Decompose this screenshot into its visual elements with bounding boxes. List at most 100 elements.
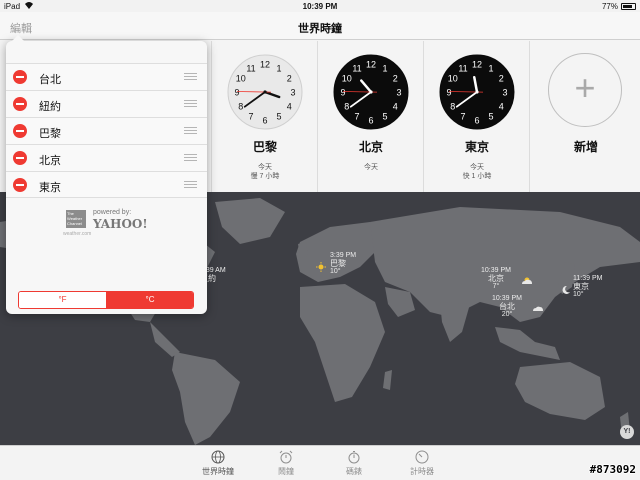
clock-city: 東京	[464, 140, 489, 154]
status-bar: iPad 10:39 PM 77%	[0, 0, 640, 12]
clock-face-beijing: 1234567891011 12	[333, 54, 409, 130]
city-row[interactable]: 紐約	[6, 90, 207, 117]
add-clock-label: 新增	[573, 140, 598, 154]
city-name: 東京	[39, 182, 61, 194]
globe-icon	[211, 450, 225, 464]
alarm-icon	[279, 450, 293, 464]
fahrenheit-segment[interactable]: °F	[19, 292, 106, 308]
clock-numeral: 12	[366, 60, 376, 70]
tab-stopwatch[interactable]: 碼錶	[329, 450, 379, 477]
reorder-grip-icon[interactable]	[184, 181, 197, 188]
timer-icon	[415, 450, 429, 464]
clock-numeral: 11	[246, 63, 255, 73]
tab-world-clock[interactable]: 世界時鐘	[193, 450, 243, 477]
clock-numeral: 12	[260, 60, 270, 70]
map-pin-tokyo: 11:39 PM 東京 10°	[562, 275, 602, 299]
delete-icon[interactable]	[13, 70, 27, 84]
clock-numeral: 5	[382, 112, 387, 122]
clock-numeral: 6	[368, 116, 373, 126]
delete-icon[interactable]	[13, 97, 27, 111]
clock-numeral: 2	[393, 74, 398, 84]
popover-arrow	[12, 35, 24, 41]
clock-numeral: 3	[396, 88, 401, 98]
reorder-grip-icon[interactable]	[184, 73, 197, 80]
tab-label: 鬧鐘	[278, 467, 294, 476]
tab-label: 碼錶	[346, 467, 362, 476]
clock-numeral: 8	[238, 102, 243, 112]
clock-numeral: 11	[352, 63, 361, 73]
page-title: 世界時鐘	[298, 23, 342, 35]
battery-percent: 77%	[601, 2, 618, 11]
city-row[interactable]: 台北	[6, 63, 207, 90]
add-clock-button[interactable]: +	[548, 53, 622, 127]
reorder-grip-icon[interactable]	[184, 154, 197, 161]
pin-city: 台北	[498, 302, 515, 311]
city-row[interactable]: 北京	[6, 144, 207, 171]
tab-timer[interactable]: 計時器	[397, 450, 447, 477]
clock-numeral: 11	[458, 63, 467, 73]
clock-numeral: 7	[248, 112, 253, 122]
clock-face-paris: 1234567891011 12	[227, 54, 303, 130]
pin-city: 東京	[573, 282, 589, 291]
clock-beijing[interactable]: 1 2 3 4 5 6 7 8 9 10 11 12 北京 今天	[318, 41, 424, 192]
clock-numeral: 10	[342, 74, 352, 84]
clock-day: 今天	[364, 164, 378, 171]
sun-icon	[316, 262, 326, 275]
cloud-sun-icon	[521, 276, 533, 288]
tab-alarm[interactable]: 鬧鐘	[261, 450, 311, 477]
pin-temp: 10°	[573, 291, 584, 298]
clock-tokyo[interactable]: 1 2 3 4 5 6 7 8 9 10 11 12 東京 今天 快 1 小時	[424, 41, 530, 192]
weather-site-label: weather.com	[63, 231, 92, 237]
clock-numeral: 7	[460, 112, 465, 122]
clock-paris[interactable]: 1 2 3 4 5 6 7 8 9 10 11 12 巴黎 今天 慢 7 小時	[212, 41, 318, 192]
clock-offset: 快 1 小時	[462, 173, 492, 180]
tab-bar: 世界時鐘 鬧鐘 碼錶 計時器	[0, 445, 640, 480]
nav-bar: 編輯 世界時鐘	[0, 12, 640, 40]
clock-numeral: 9	[234, 88, 239, 98]
powered-by-block: The Weather Channel powered by: YAHOO! w…	[63, 207, 166, 237]
map-pin-paris: 3:39 PM 巴黎 10°	[316, 252, 356, 276]
tab-label: 計時器	[410, 467, 434, 476]
city-name: 紐約	[39, 101, 61, 113]
clock-face-tokyo: 1234567891011 12	[439, 54, 515, 130]
pin-temp: 10°	[330, 268, 341, 275]
delete-icon[interactable]	[13, 151, 27, 165]
reorder-grip-icon[interactable]	[184, 100, 197, 107]
stopwatch-icon	[347, 450, 361, 464]
clock-numeral: 2	[499, 74, 504, 84]
clock-numeral: 10	[236, 74, 246, 84]
clock-numeral: 8	[450, 102, 455, 112]
battery-icon	[621, 3, 636, 10]
clock-numeral: 10	[448, 74, 458, 84]
clock-numeral: 1	[382, 63, 387, 73]
pin-temp: 7°	[492, 283, 500, 290]
clock-numeral: 12	[472, 60, 482, 70]
pin-city: 北京	[487, 274, 504, 283]
clock-numeral: 3	[290, 88, 295, 98]
celsius-segment[interactable]: °C	[106, 292, 193, 308]
moon-icon	[561, 285, 571, 298]
plus-icon: +	[574, 67, 596, 108]
temperature-unit-control: °F °C	[18, 291, 194, 309]
clock-numeral: 9	[340, 88, 345, 98]
reorder-grip-icon[interactable]	[184, 127, 197, 134]
clock-numeral: 5	[276, 112, 281, 122]
clock-numeral: 4	[499, 102, 504, 112]
city-name: 台北	[39, 74, 61, 86]
clock-numeral: 3	[502, 88, 507, 98]
yahoo-badge-icon[interactable]: Y!	[620, 425, 634, 439]
city-name: 北京	[39, 155, 61, 167]
delete-icon[interactable]	[13, 178, 27, 192]
clock-center	[263, 90, 267, 94]
yahoo-logo: YAHOO!	[93, 217, 148, 231]
clock-numeral: 2	[287, 74, 292, 84]
city-row[interactable]: 東京	[6, 171, 207, 198]
clock-numeral: 8	[344, 102, 349, 112]
clock-offset: 慢 7 小時	[250, 173, 280, 180]
tab-label: 世界時鐘	[202, 467, 234, 476]
city-row[interactable]: 巴黎	[6, 117, 207, 144]
delete-icon[interactable]	[13, 124, 27, 138]
city-name: 巴黎	[39, 128, 61, 140]
clock-city: 巴黎	[252, 140, 277, 154]
clock-numeral: 1	[276, 63, 281, 73]
